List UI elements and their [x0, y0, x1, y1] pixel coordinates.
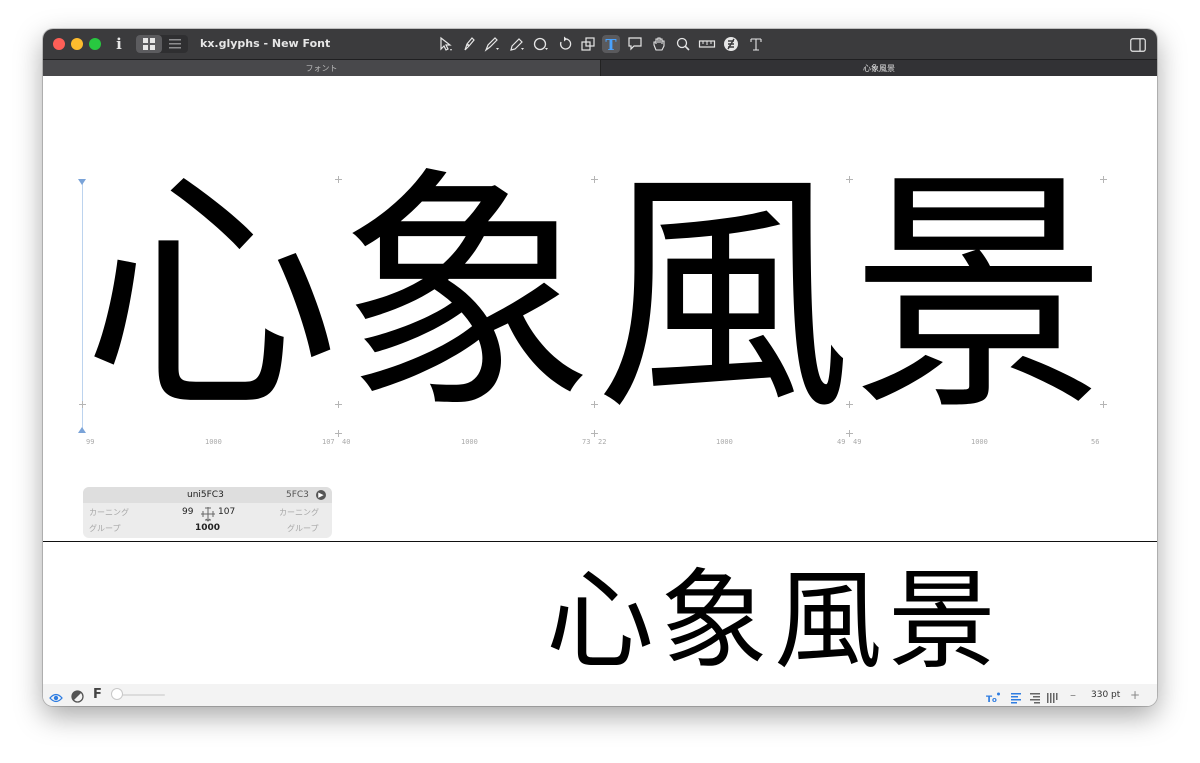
glyph-shou[interactable]: 象 — [339, 154, 595, 439]
edit-canvas[interactable]: 心 99 1000 107 象 40 1000 73 風 22 1000 49 … — [43, 76, 1157, 541]
text-tool-icon[interactable]: T — [602, 35, 620, 53]
glyph-width: 1000 — [716, 438, 733, 446]
glyph-shin[interactable]: 心 — [83, 154, 339, 439]
decrease-size-button[interactable]: – — [1070, 686, 1076, 704]
measure-tool-icon[interactable] — [698, 35, 716, 53]
width-field[interactable]: 1000 — [195, 523, 220, 534]
glyph-lsb: 49 — [853, 438, 862, 446]
glyph-rsb: 73 — [582, 438, 591, 446]
eye-icon[interactable] — [49, 689, 63, 703]
text-options-icon[interactable]: To — [986, 689, 1000, 705]
tab-edit-text[interactable]: 心象風景 — [601, 60, 1157, 77]
glyph-info-panel: uni5FC3 5FC3 ▶ カーニング 99 107 カーニング グループ 1… — [83, 487, 332, 538]
zoom-tool-icon[interactable] — [674, 35, 692, 53]
pencil-tool-icon[interactable] — [508, 35, 526, 53]
right-kerning-label: カーニング — [279, 508, 319, 517]
tab-bar: フォント 心象風景 — [43, 59, 1157, 77]
vertical-text-icon[interactable] — [1045, 689, 1059, 703]
svg-text:T: T — [605, 36, 617, 53]
align-right-icon[interactable] — [1028, 689, 1042, 704]
glyph-lsb: 99 — [86, 438, 95, 446]
draw-tool-icon[interactable] — [460, 35, 478, 53]
info-icon[interactable]: i — [112, 35, 126, 53]
bottom-bar: F To – 330 pt + — [43, 684, 1157, 706]
annotation-tool-icon[interactable] — [626, 35, 644, 53]
glyph-fuu[interactable]: 風 — [595, 154, 851, 439]
font-size-field[interactable]: 330 pt — [1091, 688, 1120, 702]
glyph-rsb: 107 — [322, 438, 335, 446]
sidebearing-tool-icon[interactable] — [747, 35, 765, 53]
glyph-rsb: 49 — [837, 438, 846, 446]
glyph-lsb: 40 — [342, 438, 351, 446]
hand-tool-icon[interactable] — [650, 35, 668, 53]
rotate-tool-icon[interactable] — [556, 35, 574, 53]
preview-area: 心象風景 — [43, 542, 1157, 684]
glyph-info-header: uni5FC3 5FC3 ▶ — [83, 487, 332, 503]
glyph-width: 1000 — [971, 438, 988, 446]
align-left-icon[interactable] — [1010, 689, 1024, 704]
tab-font[interactable]: フォント — [43, 60, 601, 77]
lsb-field[interactable]: 99 — [182, 507, 193, 518]
preview-text: 心象風景 — [546, 559, 1003, 684]
glyph-rsb: 56 — [1091, 438, 1100, 446]
increase-size-button[interactable]: + — [1130, 686, 1140, 704]
primitives-tool-icon[interactable] — [532, 35, 550, 53]
glyph-lsb: 22 — [598, 438, 607, 446]
grid-view-button[interactable] — [136, 35, 162, 53]
zoom-window-button[interactable] — [89, 38, 101, 50]
right-group-label: グループ — [287, 524, 319, 533]
left-kerning-label: カーニング — [89, 508, 129, 517]
contrast-icon[interactable] — [71, 688, 84, 703]
list-view-button[interactable] — [162, 35, 188, 53]
app-window: i kx.glyphs - New Font T フォント 心象風景 心 99 … — [43, 29, 1157, 706]
zoom-slider-knob[interactable] — [111, 688, 123, 700]
glyph-width: 1000 — [205, 438, 222, 446]
arrow-right-icon[interactable]: ▶ — [316, 490, 326, 500]
glyph-name[interactable]: uni5FC3 — [187, 489, 224, 501]
grid-view-icon — [143, 38, 155, 50]
knife-tool-icon[interactable] — [722, 35, 740, 53]
view-mode-toggle — [136, 35, 188, 53]
svg-text:o: o — [992, 696, 997, 704]
glyph-unicode[interactable]: 5FC3 — [286, 489, 309, 501]
titlebar: i kx.glyphs - New Font T — [43, 29, 1157, 59]
list-view-icon — [169, 39, 181, 49]
minimize-window-button[interactable] — [71, 38, 83, 50]
pen-tool-icon[interactable] — [483, 35, 501, 53]
left-group-label: グループ — [89, 524, 121, 533]
metrics-lock-icon[interactable] — [199, 506, 217, 522]
window-title: kx.glyphs - New Font — [200, 37, 331, 50]
glyph-width: 1000 — [461, 438, 478, 446]
glyph-kei[interactable]: 景 — [851, 154, 1107, 439]
sidebar-toggle-icon[interactable] — [1130, 37, 1146, 52]
close-window-button[interactable] — [53, 38, 65, 50]
select-tool-icon[interactable] — [437, 35, 455, 53]
fill-toggle[interactable]: F — [93, 686, 102, 704]
rsb-field[interactable]: 107 — [218, 507, 235, 518]
scale-tool-icon[interactable] — [579, 35, 597, 53]
